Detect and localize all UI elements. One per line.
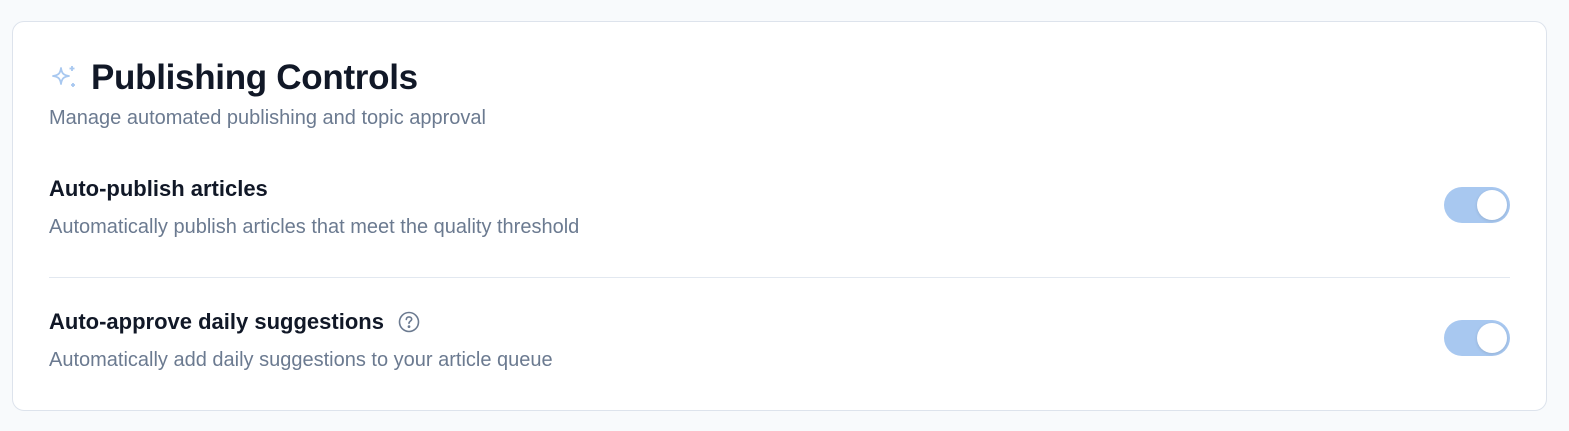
toggle-knob: [1477, 323, 1507, 353]
question-circle-icon[interactable]: [398, 311, 420, 333]
setting-description: Automatically publish articles that meet…: [49, 216, 580, 238]
toggle-knob: [1477, 190, 1507, 220]
setting-title: Auto-approve daily suggestions: [49, 309, 1510, 335]
auto-approve-toggle[interactable]: [1444, 320, 1510, 356]
setting-title-text: Auto-approve daily suggestions: [49, 309, 384, 334]
auto-publish-toggle[interactable]: [1444, 187, 1510, 223]
card-subtitle: Manage automated publishing and topic ap…: [49, 107, 486, 129]
setting-title-text: Auto-publish articles: [49, 176, 268, 201]
divider: [49, 277, 1510, 278]
setting-auto-approve: Auto-approve daily suggestions Automatic…: [49, 309, 1510, 379]
setting-description: Automatically add daily suggestions to y…: [49, 349, 553, 371]
card-header: Publishing Controls: [49, 58, 418, 98]
sparkle-icon: [49, 63, 79, 93]
publishing-controls-card: Publishing Controls Manage automated pub…: [12, 21, 1547, 411]
setting-title: Auto-publish articles: [49, 176, 1510, 202]
setting-auto-publish: Auto-publish articles Automatically publ…: [49, 176, 1510, 246]
card-title: Publishing Controls: [91, 58, 418, 97]
